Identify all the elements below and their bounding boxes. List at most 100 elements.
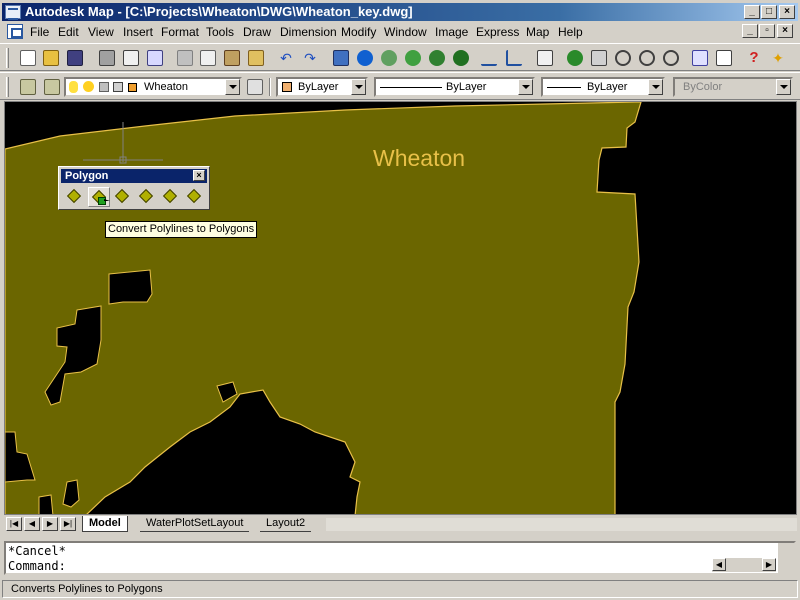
layer-unlock-icon[interactable] bbox=[113, 82, 123, 92]
open-icon[interactable] bbox=[43, 50, 59, 66]
color-swatch bbox=[282, 82, 292, 92]
tab-model[interactable]: Model bbox=[82, 516, 128, 532]
define-query-icon[interactable] bbox=[405, 50, 421, 66]
layer-manager-icon[interactable] bbox=[20, 79, 36, 95]
today-icon[interactable]: ✦ bbox=[770, 50, 786, 66]
new-icon[interactable] bbox=[20, 50, 36, 66]
map-explorer-icon[interactable] bbox=[333, 50, 349, 66]
layer-on-icon[interactable] bbox=[69, 81, 78, 93]
polygon-toolbar[interactable]: Polygon × bbox=[58, 166, 210, 210]
help-icon[interactable]: ? bbox=[746, 50, 762, 66]
linetype-dropdown[interactable]: ByLayer bbox=[374, 77, 535, 97]
match-properties-icon[interactable] bbox=[248, 50, 264, 66]
save-icon[interactable] bbox=[67, 50, 83, 66]
color-dropdown[interactable]: ByLayer bbox=[276, 77, 368, 97]
toolbar-grip[interactable] bbox=[6, 48, 9, 68]
menu-file[interactable]: File bbox=[30, 25, 49, 39]
window-title: Autodesk Map - [C:\Projects\Wheaton\DWG\… bbox=[25, 4, 413, 19]
scroll-right-button[interactable]: ▶ bbox=[762, 558, 776, 571]
maximize-button[interactable]: □ bbox=[761, 5, 777, 19]
distance-icon[interactable] bbox=[481, 50, 497, 66]
zoom-realtime-icon[interactable] bbox=[615, 50, 631, 66]
doc-minimize-button[interactable]: _ bbox=[742, 24, 758, 38]
print-icon[interactable] bbox=[99, 50, 115, 66]
command-horizontal-scrollbar[interactable]: ◀ ▶ bbox=[712, 558, 776, 572]
properties-icon[interactable] bbox=[692, 50, 708, 66]
layer-dropdown[interactable]: Wheaton bbox=[64, 77, 242, 97]
doc-restore-button[interactable]: ▫ bbox=[759, 24, 775, 38]
polygon-toolbar-title[interactable]: Polygon × bbox=[61, 169, 207, 183]
edit-polygon-button[interactable] bbox=[112, 187, 134, 207]
undo-icon[interactable]: ↶ bbox=[278, 50, 294, 66]
menu-insert[interactable]: Insert bbox=[123, 25, 153, 39]
minimize-button[interactable]: _ bbox=[744, 5, 760, 19]
layer-viewport-icon[interactable] bbox=[99, 82, 109, 92]
last-tab-button[interactable]: ▶| bbox=[60, 517, 76, 531]
design-center-icon[interactable] bbox=[716, 50, 732, 66]
check-polygon-button[interactable] bbox=[184, 187, 206, 207]
convert-polylines-button[interactable] bbox=[88, 187, 110, 207]
layout-tabs-bar: |◀ ◀ ▶ ▶| Model WaterPlotSetLayout Layou… bbox=[4, 516, 797, 532]
lineweight-dropdown[interactable]: ByLayer bbox=[541, 77, 665, 97]
create-polygon-button[interactable] bbox=[64, 187, 86, 207]
color-dropdown-arrow[interactable] bbox=[351, 79, 366, 95]
menu-modify[interactable]: Modify bbox=[341, 25, 376, 39]
plot-preview-icon[interactable] bbox=[123, 50, 139, 66]
document-icon[interactable] bbox=[7, 24, 23, 39]
menu-tools[interactable]: Tools bbox=[206, 25, 234, 39]
menu-help[interactable]: Help bbox=[558, 25, 583, 39]
publish-icon[interactable] bbox=[147, 50, 163, 66]
named-views-icon[interactable] bbox=[537, 50, 553, 66]
layer-dropdown-arrow[interactable] bbox=[225, 79, 240, 95]
standard-toolbar: ↶ ↷ ? ✦ bbox=[0, 43, 800, 71]
menu-image[interactable]: Image bbox=[435, 25, 468, 39]
3d-orbit-icon[interactable] bbox=[567, 50, 583, 66]
execute-query-icon[interactable] bbox=[429, 50, 445, 66]
zoom-previous-icon[interactable] bbox=[663, 50, 679, 66]
ucs-icon[interactable] bbox=[506, 50, 522, 66]
menu-express[interactable]: Express bbox=[476, 25, 519, 39]
first-tab-button[interactable]: |◀ bbox=[6, 517, 22, 531]
polygon-toolbar-close-button[interactable]: × bbox=[193, 170, 205, 181]
paste-icon[interactable] bbox=[224, 50, 240, 66]
pan-icon[interactable] bbox=[591, 50, 607, 66]
autodesk-point-a-icon[interactable] bbox=[357, 50, 373, 66]
command-window[interactable]: *Cancel* Command: bbox=[4, 541, 796, 575]
app-icon[interactable] bbox=[5, 5, 21, 20]
lineweight-dropdown-arrow[interactable] bbox=[648, 79, 663, 95]
layer-previous-icon[interactable] bbox=[247, 79, 263, 95]
close-button[interactable]: × bbox=[779, 5, 795, 19]
status-bar: Converts Polylines to Polygons bbox=[2, 580, 798, 598]
next-tab-button[interactable]: ▶ bbox=[42, 517, 58, 531]
menu-format[interactable]: Format bbox=[161, 25, 199, 39]
polygon-properties-button[interactable] bbox=[160, 187, 182, 207]
prev-tab-button[interactable]: ◀ bbox=[24, 517, 40, 531]
cut-icon[interactable] bbox=[177, 50, 193, 66]
menu-window[interactable]: Window bbox=[384, 25, 427, 39]
linetype-dropdown-arrow[interactable] bbox=[518, 79, 533, 95]
save-back-icon[interactable] bbox=[453, 50, 469, 66]
menu-dimension[interactable]: Dimension bbox=[280, 25, 337, 39]
tab-layout2[interactable]: Layout2 bbox=[260, 516, 312, 532]
scroll-left-button[interactable]: ◀ bbox=[712, 558, 726, 571]
toolbar-grip[interactable] bbox=[6, 77, 9, 97]
command-prompt[interactable]: Command: bbox=[8, 559, 66, 573]
doc-close-button[interactable]: × bbox=[777, 24, 793, 38]
plotstyle-dropdown: ByColor bbox=[673, 77, 793, 97]
horizontal-scrollbar[interactable] bbox=[326, 518, 797, 531]
redo-icon[interactable]: ↷ bbox=[302, 50, 318, 66]
attach-drawing-icon[interactable] bbox=[381, 50, 397, 66]
menu-view[interactable]: View bbox=[88, 25, 114, 39]
plotstyle-dropdown-arrow bbox=[776, 79, 791, 95]
command-vertical-scrollbar[interactable] bbox=[778, 543, 794, 573]
menu-map[interactable]: Map bbox=[526, 25, 549, 39]
add-vertex-button[interactable] bbox=[136, 187, 158, 207]
menu-edit[interactable]: Edit bbox=[58, 25, 79, 39]
tab-waterplotsetlayout[interactable]: WaterPlotSetLayout bbox=[140, 516, 250, 532]
zoom-window-icon[interactable] bbox=[639, 50, 655, 66]
copy-icon[interactable] bbox=[200, 50, 216, 66]
menu-draw[interactable]: Draw bbox=[243, 25, 271, 39]
make-object-layer-current-icon[interactable] bbox=[44, 79, 60, 95]
layer-thaw-icon[interactable] bbox=[83, 81, 94, 92]
drawing-area[interactable]: Wheaton bbox=[4, 101, 797, 515]
